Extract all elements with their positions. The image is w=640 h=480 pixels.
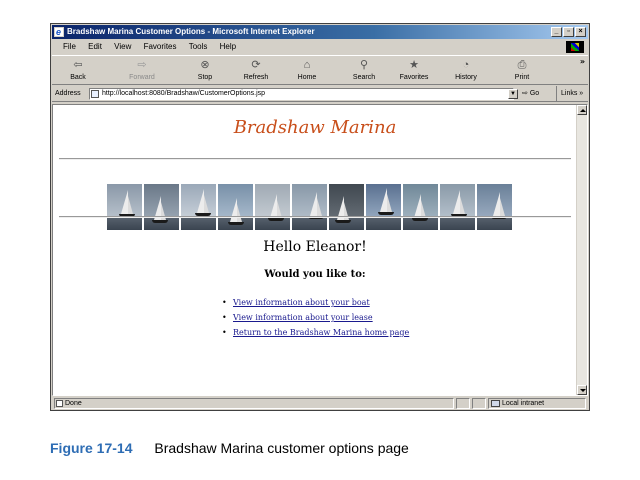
sailboat-photo bbox=[181, 184, 216, 230]
minimize-button[interactable]: _ bbox=[551, 27, 562, 37]
history-icon: ◔ bbox=[462, 59, 470, 71]
windows-logo-icon bbox=[566, 41, 584, 53]
sailboat-photo bbox=[144, 184, 179, 230]
list-item: Return to the Bradshaw Marina home page bbox=[221, 327, 409, 342]
status-cell bbox=[472, 398, 486, 409]
search-icon: ⚲ bbox=[359, 59, 369, 71]
figure-label: Figure 17-14 bbox=[50, 440, 133, 456]
options-prompt: Would you like to: bbox=[264, 269, 366, 280]
page-title: Bradshaw Marina bbox=[233, 117, 397, 138]
sailboat-photo-strip bbox=[107, 184, 512, 230]
print-icon: ⎙ bbox=[517, 59, 527, 71]
favorites-icon: ★ bbox=[409, 59, 419, 71]
sailboat-photo bbox=[329, 184, 364, 230]
menu-favorites[interactable]: Favorites bbox=[139, 40, 182, 54]
address-label: Address bbox=[55, 90, 81, 97]
sailboat-photo bbox=[218, 184, 253, 230]
sailboat-photo bbox=[255, 184, 290, 230]
toolbar-overflow-chevron[interactable]: » bbox=[580, 57, 585, 66]
figure-caption: Figure 17-14 Bradshaw Marina customer op… bbox=[50, 440, 409, 456]
divider-top bbox=[59, 158, 571, 160]
maximize-button[interactable]: ▫ bbox=[563, 27, 574, 37]
list-item: View information about your lease bbox=[221, 312, 409, 327]
go-arrow-icon: ⇨ bbox=[522, 90, 528, 97]
ie-page-icon bbox=[54, 25, 64, 39]
vertical-scrollbar[interactable] bbox=[576, 105, 587, 395]
forward-button[interactable]: ⇨ Forward bbox=[120, 57, 164, 84]
menu-bar: File Edit View Favorites Tools Help bbox=[52, 40, 588, 54]
sailboat-photo bbox=[107, 184, 142, 230]
links-button[interactable]: Links » bbox=[556, 86, 588, 102]
sailboat-photo bbox=[403, 184, 438, 230]
scroll-down-button[interactable] bbox=[577, 385, 587, 395]
sailboat-photo bbox=[366, 184, 401, 230]
status-bar: Done Local intranet bbox=[52, 397, 588, 410]
menu-file[interactable]: File bbox=[58, 40, 81, 54]
menu-tools[interactable]: Tools bbox=[184, 40, 213, 54]
page-content: Bradshaw Marina Hello Eleanor! Would you… bbox=[53, 105, 577, 395]
home-page-link[interactable]: Return to the Bradshaw Marina home page bbox=[233, 328, 409, 337]
menu-view[interactable]: View bbox=[109, 40, 136, 54]
back-button[interactable]: ⇦ Back bbox=[56, 57, 100, 84]
browser-window: Bradshaw Marina Customer Options - Micro… bbox=[50, 23, 590, 411]
title-bar[interactable]: Bradshaw Marina Customer Options - Micro… bbox=[52, 25, 588, 39]
sailboat-photo bbox=[477, 184, 512, 230]
greeting-heading: Hello Eleanor! bbox=[263, 239, 367, 255]
stop-icon: ⊗ bbox=[200, 59, 210, 71]
back-arrow-icon: ⇦ bbox=[73, 59, 83, 71]
go-button[interactable]: ⇨ Go bbox=[522, 86, 552, 102]
sailboat-photo bbox=[440, 184, 475, 230]
page-viewport: Bradshaw Marina Hello Eleanor! Would you… bbox=[52, 104, 588, 396]
local-intranet-icon bbox=[491, 400, 500, 407]
window-controls: _ ▫ × bbox=[551, 27, 586, 37]
page-done-icon bbox=[56, 400, 63, 407]
home-button[interactable]: ⌂ Home bbox=[285, 57, 329, 84]
menu-edit[interactable]: Edit bbox=[83, 40, 107, 54]
close-button[interactable]: × bbox=[575, 27, 586, 37]
address-input[interactable]: http://localhost:8080/Bradshaw/CustomerO… bbox=[89, 88, 514, 100]
options-list: View information about your boat View in… bbox=[221, 297, 409, 342]
view-boat-link[interactable]: View information about your boat bbox=[233, 298, 370, 307]
search-button[interactable]: ⚲ Search bbox=[342, 57, 386, 84]
standard-toolbar: ⇦ Back ⇨ Forward ⊗ Stop ⟳ Refresh ⌂ Home… bbox=[52, 55, 588, 85]
menu-help[interactable]: Help bbox=[215, 40, 241, 54]
home-icon: ⌂ bbox=[303, 59, 311, 71]
divider-bottom bbox=[59, 216, 571, 218]
print-button[interactable]: ⎙ Print bbox=[500, 57, 544, 84]
scroll-up-button[interactable] bbox=[577, 105, 587, 115]
list-item: View information about your boat bbox=[221, 297, 409, 312]
caption-text: Bradshaw Marina customer options page bbox=[154, 440, 409, 456]
address-url: http://localhost:8080/Bradshaw/CustomerO… bbox=[102, 90, 266, 97]
status-cell bbox=[456, 398, 470, 409]
history-button[interactable]: ◔ History bbox=[444, 57, 488, 84]
security-zone: Local intranet bbox=[488, 398, 586, 409]
window-title: Bradshaw Marina Customer Options - Micro… bbox=[67, 27, 315, 36]
refresh-icon: ⟳ bbox=[251, 59, 261, 71]
view-lease-link[interactable]: View information about your lease bbox=[233, 313, 373, 322]
forward-arrow-icon: ⇨ bbox=[137, 59, 147, 71]
address-bar: Address http://localhost:8080/Bradshaw/C… bbox=[52, 86, 588, 102]
favorites-button[interactable]: ★ Favorites bbox=[392, 57, 436, 84]
address-dropdown-button[interactable]: ▼ bbox=[508, 89, 518, 99]
refresh-button[interactable]: ⟳ Refresh bbox=[234, 57, 278, 84]
sailboat-photo bbox=[292, 184, 327, 230]
stop-button[interactable]: ⊗ Stop bbox=[183, 57, 227, 84]
status-text: Done bbox=[54, 398, 454, 409]
page-icon bbox=[91, 90, 99, 98]
